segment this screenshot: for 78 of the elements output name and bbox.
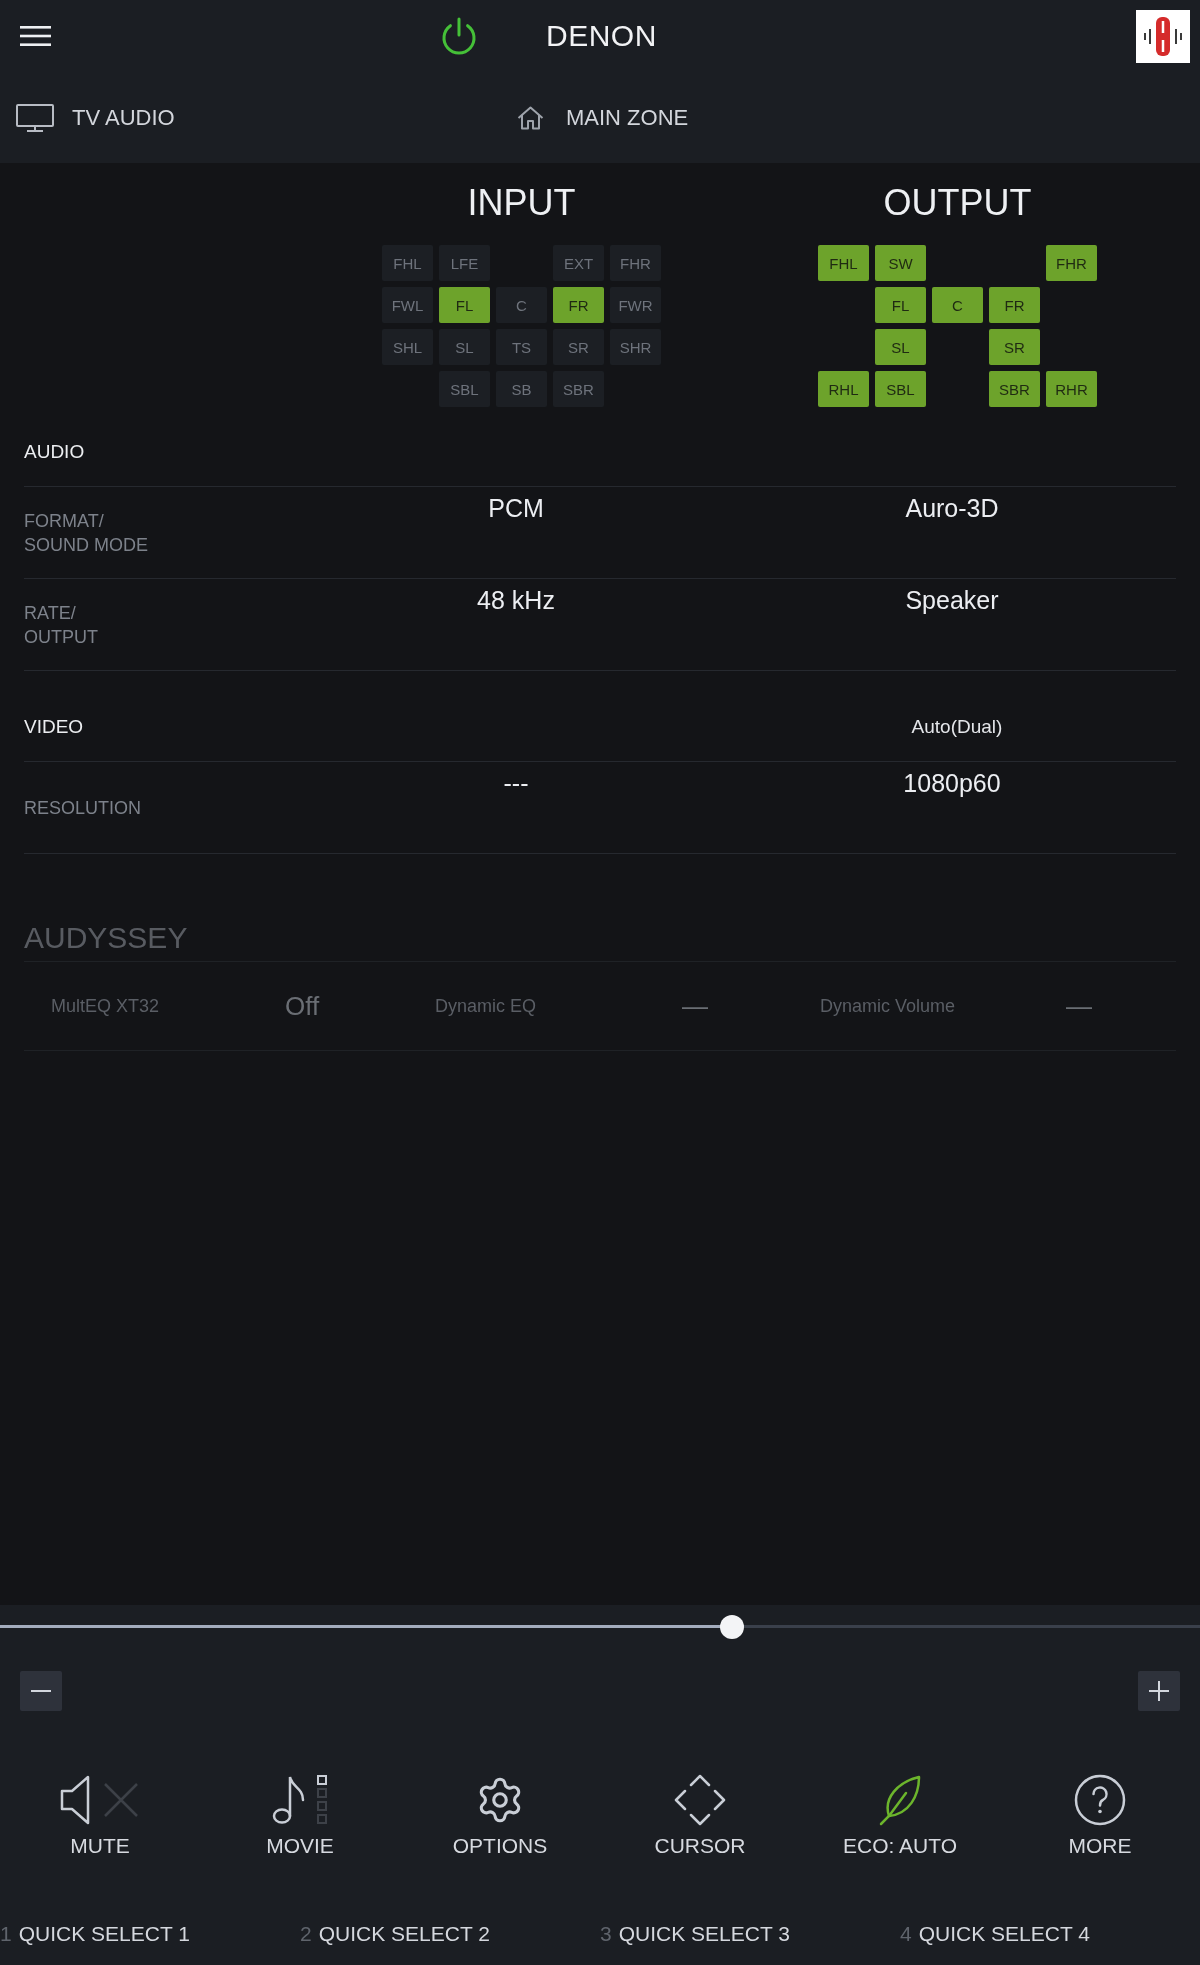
channel-indicator: SW <box>875 245 926 281</box>
channel-indicator: FWL <box>382 287 433 323</box>
channel-indicator: SBL <box>439 371 490 407</box>
channel-indicator: FL <box>875 287 926 323</box>
section-heading: AUDIO <box>24 439 85 464</box>
channel-indicator: FHL <box>382 245 433 281</box>
channel-indicator: FR <box>553 287 604 323</box>
cursor-button[interactable]: CURSOR <box>654 1774 746 1858</box>
input-value: PCM <box>488 494 544 522</box>
zone-button[interactable]: MAIN ZONE <box>517 103 689 132</box>
row-label: RESOLUTION <box>24 796 142 820</box>
setting-value: — <box>1066 991 1092 1021</box>
row-label: FORMAT/ SOUND MODE <box>24 509 148 557</box>
preset-number: 1 <box>0 1922 12 1946</box>
section-heading: VIDEO <box>24 714 84 739</box>
quick-select-button[interactable]: QUICK SELECT 3 <box>618 1922 790 1946</box>
channel-indicator: SR <box>553 329 604 365</box>
channel-indicator: SBL <box>875 371 926 407</box>
channel-indicator: TS <box>496 329 547 365</box>
channel-indicator: SBR <box>553 371 604 407</box>
input-value: 48 kHz <box>477 586 555 614</box>
channel-indicator: SBR <box>989 371 1040 407</box>
channel-indicator: FHL <box>818 245 869 281</box>
quick-select-button[interactable]: QUICK SELECT 1 <box>18 1922 190 1946</box>
minus-icon <box>31 1690 51 1692</box>
output-mode-value: Auto(Dual) <box>911 714 1003 739</box>
output-value: Auro-3D <box>905 494 999 522</box>
preset-number: 3 <box>600 1922 612 1946</box>
quick-select-button[interactable]: QUICK SELECT 4 <box>918 1922 1090 1946</box>
channel-indicator: C <box>496 287 547 323</box>
channel-indicator: RHR <box>1046 371 1097 407</box>
preset-number: 4 <box>900 1922 912 1946</box>
plus-icon <box>1149 1681 1169 1701</box>
more-button[interactable]: MORE <box>1068 1774 1132 1858</box>
column-title: INPUT <box>467 183 576 223</box>
setting-label: Dynamic EQ <box>435 995 537 1018</box>
setting-value: — <box>682 991 708 1021</box>
volume-up-button[interactable] <box>1138 1671 1180 1711</box>
channel-indicator: FWR <box>610 287 661 323</box>
channel-indicator: SL <box>439 329 490 365</box>
column-title: OUTPUT <box>883 183 1032 223</box>
tv-icon <box>16 103 54 132</box>
brand-name: DENON <box>546 18 657 54</box>
output-value: Speaker <box>905 586 999 614</box>
channel-indicator: EXT <box>553 245 604 281</box>
channel-indicator: C <box>932 287 983 323</box>
channel-indicator: SHR <box>610 329 661 365</box>
quick-select-button[interactable]: QUICK SELECT 2 <box>318 1922 490 1946</box>
output-value: 1080p60 <box>903 769 1001 797</box>
preset-number: 2 <box>300 1922 312 1946</box>
channel-indicator: FR <box>989 287 1040 323</box>
channel-indicator: SB <box>496 371 547 407</box>
volume-slider[interactable] <box>0 1615 1200 1639</box>
eco-button[interactable]: ECO: AUTO <box>843 1774 957 1858</box>
home-icon <box>517 105 544 130</box>
setting-label: MultEQ XT32 <box>51 995 160 1018</box>
source-button[interactable]: TV AUDIO <box>16 103 175 132</box>
volume-down-button[interactable] <box>20 1671 62 1711</box>
section-heading: AUDYSSEY <box>24 919 188 956</box>
row-label: RATE/ OUTPUT <box>24 601 98 649</box>
channel-indicator: SR <box>989 329 1040 365</box>
sound-mode-button[interactable]: MOVIE <box>266 1774 334 1858</box>
options-button[interactable]: OPTIONS <box>452 1774 548 1858</box>
channel-indicator: FL <box>439 287 490 323</box>
channel-indicator: FHR <box>1046 245 1097 281</box>
input-value: --- <box>503 769 529 797</box>
setting-value: Off <box>285 991 320 1021</box>
menu-icon[interactable] <box>20 26 51 46</box>
channel-indicator: LFE <box>439 245 490 281</box>
app-logo[interactable] <box>1136 9 1190 63</box>
setting-label: Dynamic Volume <box>820 995 956 1018</box>
power-icon[interactable] <box>441 17 477 55</box>
channel-indicator: SL <box>875 329 926 365</box>
channel-indicator: RHL <box>818 371 869 407</box>
channel-indicator: SHL <box>382 329 433 365</box>
mute-button[interactable]: MUTE <box>60 1774 140 1858</box>
channel-indicator: FHR <box>610 245 661 281</box>
volume-thumb[interactable] <box>720 1615 744 1639</box>
